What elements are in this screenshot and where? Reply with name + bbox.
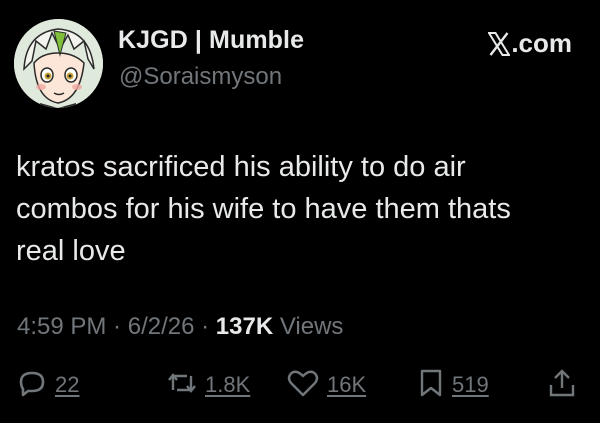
brand-label: .com: [511, 28, 572, 58]
reply-icon: [17, 368, 47, 403]
meta-separator: ·: [106, 313, 128, 340]
reply-button[interactable]: 22: [17, 365, 79, 405]
user-handle[interactable]: @Soraismyson: [119, 63, 282, 91]
bookmark-button[interactable]: 519: [418, 365, 489, 405]
tweet-text-line: combos for his wife to have them thats: [16, 193, 511, 225]
brand-watermark: .com: [487, 28, 572, 59]
share-button[interactable]: [547, 365, 577, 405]
meta-separator: ·: [194, 313, 216, 340]
tweet-text-line: real love: [16, 235, 126, 267]
repost-button[interactable]: 1.8K: [167, 365, 250, 405]
reply-count: 22: [55, 372, 80, 397]
like-button[interactable]: 16K: [287, 365, 366, 405]
bookmark-icon: [418, 368, 444, 403]
anime-avatar-icon: [14, 19, 103, 108]
tweet-text: kratos sacrificed his ability to do air …: [16, 146, 586, 272]
repost-count: 1.8K: [205, 372, 251, 397]
tweet-card: KJGD | Mumble @Soraismyson .com kratos s…: [0, 0, 600, 423]
like-count: 16K: [327, 372, 367, 397]
views-count: 137K: [215, 313, 274, 340]
tweet-date[interactable]: 6/2/26: [128, 313, 195, 340]
display-name[interactable]: KJGD | Mumble: [118, 26, 304, 55]
repost-icon: [167, 368, 197, 403]
views-label: Views: [273, 313, 344, 340]
bookmark-count: 519: [452, 372, 489, 397]
heart-icon: [287, 368, 319, 403]
share-icon: [547, 368, 577, 403]
tweet-text-line: kratos sacrificed his ability to do air: [16, 151, 466, 183]
x-logo-icon: [487, 31, 512, 56]
action-bar: 22 1.8K 16K 519: [0, 365, 600, 409]
avatar[interactable]: [14, 19, 103, 108]
tweet-meta: 4:59 PM · 6/2/26 · 137K Views: [17, 313, 343, 341]
tweet-time[interactable]: 4:59 PM: [17, 313, 106, 340]
